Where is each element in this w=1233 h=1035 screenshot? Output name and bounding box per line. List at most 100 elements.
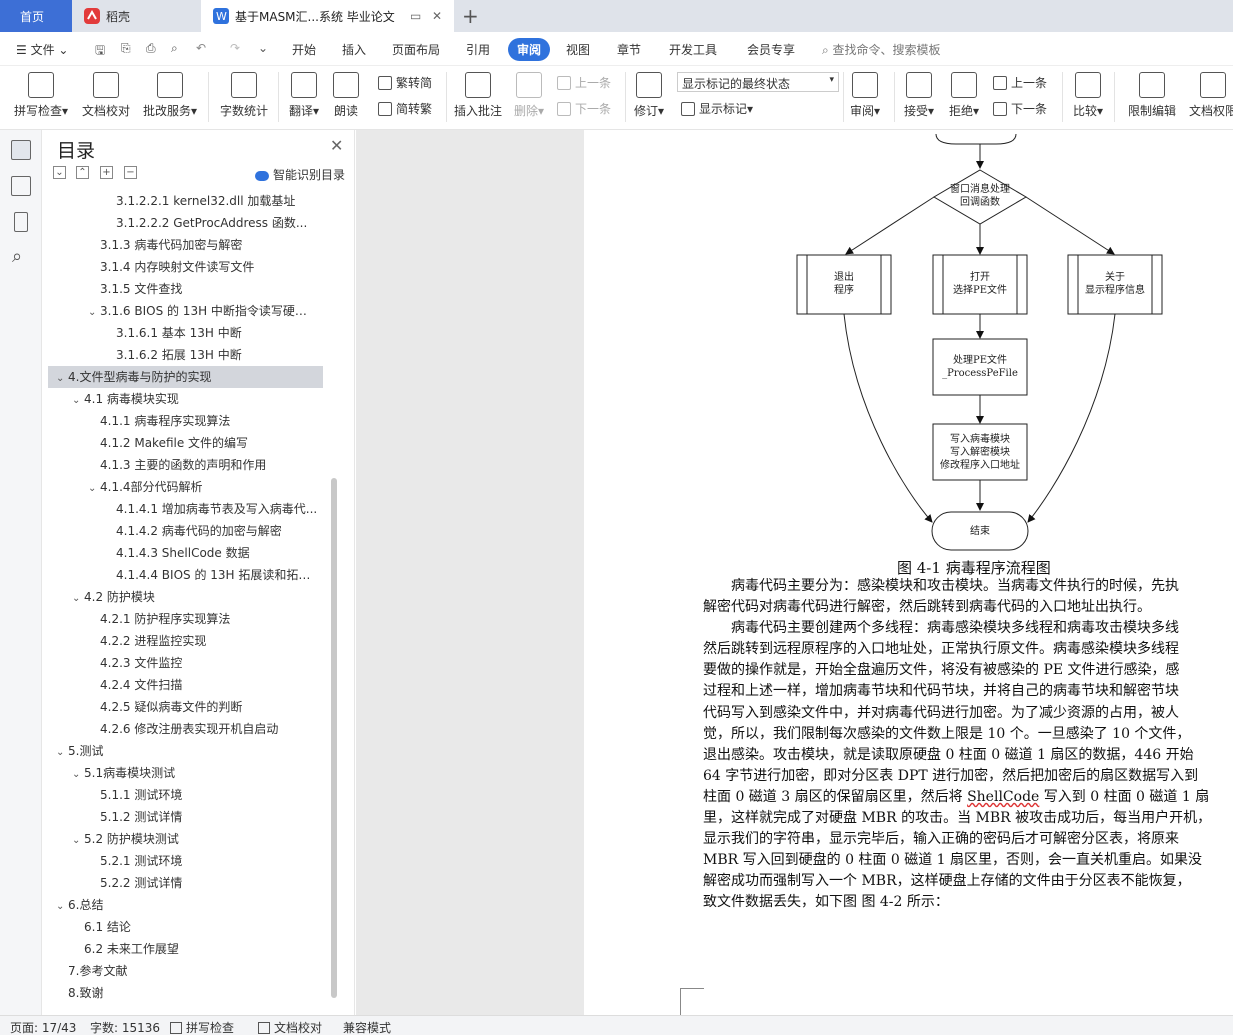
toc-item[interactable]: 5.1.2 测试详情 [48,806,318,828]
toc-item[interactable]: 3.1.5 文件查找 [48,278,318,300]
close-icon[interactable]: ✕ [330,136,343,155]
toc-item[interactable]: 5.2.2 测试详情 [48,872,318,894]
toc-item[interactable]: ⌄ 5.2 防护模块测试 [48,828,318,850]
toc-item[interactable]: ⌄ 5.测试 [48,740,318,762]
prev-change-button[interactable]: 上一条 [993,74,1047,91]
document-page[interactable]: 窗口消息处理 回调函数 退出 程序 打开 选择PE文件 关于 显示程序信息 处理… [584,130,1233,1015]
expand-up-icon[interactable]: ⌃ [76,166,89,179]
toc-item[interactable]: 5.2.1 测试环境 [48,850,318,872]
menu-member[interactable]: 会员专享 [747,41,795,58]
toc-item[interactable]: 4.1.1 病毒程序实现算法 [48,410,318,432]
toc-item[interactable]: 6.1 结论 [48,916,318,938]
toc-item[interactable]: 8.致谢 [48,982,318,1004]
toc-item[interactable]: 4.1.3 主要的函数的声明和作用 [48,454,318,476]
toc-item[interactable]: 3.1.6.1 基本 13H 中断 [48,322,318,344]
insert-comment-button[interactable]: 插入批注 [452,70,504,126]
toc-item[interactable]: 3.1.2.2.2 GetProcAddress 函数... [48,212,318,234]
spell-check-status[interactable]: 拼写检查 [170,1019,234,1035]
add-tab-icon[interactable]: + [462,4,479,28]
toc-item[interactable]: 4.2.4 文件扫描 [48,674,318,696]
print-preview-icon[interactable]: ⌕ [171,41,178,56]
chevron-down-icon[interactable]: ⌄ [56,896,68,916]
menu-layout[interactable]: 页面布局 [392,41,440,58]
export-pdf-icon[interactable]: ⎘ [121,41,131,56]
simp-to-trad-button[interactable]: 简转繁 [378,100,432,117]
toc-item[interactable]: 7.参考文献 [48,960,318,982]
translate-button[interactable]: 翻译▾ [284,70,324,126]
spell-check-button[interactable]: 拼写检查▾ [10,70,72,126]
tab-home[interactable]: 首页 [0,0,72,32]
save-icon[interactable]: 🖫 [95,41,105,62]
chevron-down-icon[interactable]: ⌄ [88,302,100,322]
toc-item[interactable]: 6.2 未来工作展望 [48,938,318,960]
chevron-down-icon[interactable]: ⌄ [72,588,84,608]
annotation-service-button[interactable]: 批改服务▾ [139,70,201,126]
chevron-down-icon[interactable]: ⌄ [88,478,100,498]
chevron-down-icon[interactable]: ⌄ [72,390,84,410]
tab-document[interactable]: W 基于MASM汇...系统 毕业论文 ▭ ✕ [201,0,454,32]
restrict-edit-button[interactable]: 限制编辑 [1124,70,1180,126]
menu-developer[interactable]: 开发工具 [669,41,717,58]
toc-item[interactable]: 4.1.4.1 增加病毒节表及写入病毒代... [48,498,318,520]
menu-start[interactable]: 开始 [292,41,316,58]
toc-item[interactable]: 4.2.6 修改注册表实现开机自启动 [48,718,318,740]
accept-button[interactable]: 接受▾ [902,70,936,126]
toc-item[interactable]: ⌄ 4.1.4部分代码解析 [48,476,318,498]
toc-item[interactable]: 4.1.4.3 ShellCode 数据 [48,542,318,564]
review-pane-button[interactable]: 审阅▾ [848,70,882,126]
word-count-button[interactable]: 字数统计 [216,70,272,126]
chevron-down-icon[interactable]: ⌄ [56,742,68,762]
toc-item[interactable]: 4.2.5 疑似病毒文件的判断 [48,696,318,718]
tab-daoke[interactable]: 稻壳 [72,0,200,32]
chevron-down-icon[interactable]: ⌄ [72,830,84,850]
toc-item[interactable]: 4.2.1 防护程序实现算法 [48,608,318,630]
reject-button[interactable]: 拒绝▾ [946,70,982,126]
page-indicator[interactable]: 页面: 17/43 [10,1019,76,1035]
word-count-status[interactable]: 字数: 15136 [90,1019,160,1035]
next-comment-button[interactable]: 下一条 [557,100,611,117]
toc-item[interactable]: ⌄ 5.1病毒模块测试 [48,762,318,784]
toc-item[interactable]: 3.1.3 病毒代码加密与解密 [48,234,318,256]
quick-access-more-icon[interactable]: ⌄ [258,41,268,55]
collapse-all-icon[interactable]: ⌄ [53,166,66,179]
chevron-down-icon[interactable]: ⌄ [56,368,68,388]
toc-item[interactable]: 3.1.6.2 拓展 13H 中断 [48,344,318,366]
file-menu[interactable]: ☰ 文件 ⌄ [16,41,68,58]
toc-item[interactable]: ⌄ 6.总结 [48,894,318,916]
close-tab-icon[interactable]: ✕ [432,9,442,23]
menu-view[interactable]: 视图 [566,41,590,58]
doc-permission-button[interactable]: 文档权限 [1185,70,1233,126]
toc-item[interactable]: 4.2.3 文件监控 [48,652,318,674]
search-icon[interactable]: ⌕ [12,246,22,267]
prev-comment-button[interactable]: 上一条 [557,74,611,91]
doc-proof-button[interactable]: 文档校对 [78,70,134,126]
delete-comment-button[interactable]: 删除▾ [510,70,548,126]
menu-insert[interactable]: 插入 [342,41,366,58]
toc-item[interactable]: ⌄ 4.文件型病毒与防护的实现 [48,366,323,388]
toc-item[interactable]: ⌄ 4.2 防护模块 [48,586,318,608]
add-heading-icon[interactable]: + [100,166,113,179]
toc-item[interactable]: 3.1.4 内存映射文件读写文件 [48,256,318,278]
toc-item[interactable]: 4.1.4.2 病毒代码的加密与解密 [48,520,318,542]
undo-icon[interactable]: ↶ [196,41,206,55]
toc-item[interactable]: 4.1.2 Makefile 文件的编写 [48,432,318,454]
menu-reference[interactable]: 引用 [466,41,490,58]
chapter-nav-icon[interactable] [11,176,31,196]
show-markup-button[interactable]: 显示标记 ▾ [681,100,753,117]
read-aloud-button[interactable]: 朗读 [328,70,364,126]
redo-icon[interactable]: ↷ [230,41,240,55]
compare-button[interactable]: 比较▾ [1070,70,1106,126]
remove-heading-icon[interactable]: − [124,166,137,179]
trad-to-simp-button[interactable]: 繁转简 [378,74,432,91]
toc-item[interactable]: 4.2.2 进程监控实现 [48,630,318,652]
menu-chapter[interactable]: 章节 [617,41,641,58]
print-icon[interactable]: ⎙ [146,41,156,56]
command-search[interactable]: ⌕ 查找命令、搜索模板 [822,41,941,58]
smart-toc-button[interactable]: 智能识别目录 [255,166,345,183]
toc-item[interactable]: 3.1.2.2.1 kernel32.dll 加载基址 [48,190,318,212]
next-change-button[interactable]: 下一条 [993,100,1047,117]
toc-scrollbar[interactable] [331,478,337,998]
toc-item[interactable]: 5.1.1 测试环境 [48,784,318,806]
restore-tab-icon[interactable]: ▭ [410,9,421,23]
chevron-down-icon[interactable]: ⌄ [72,764,84,784]
